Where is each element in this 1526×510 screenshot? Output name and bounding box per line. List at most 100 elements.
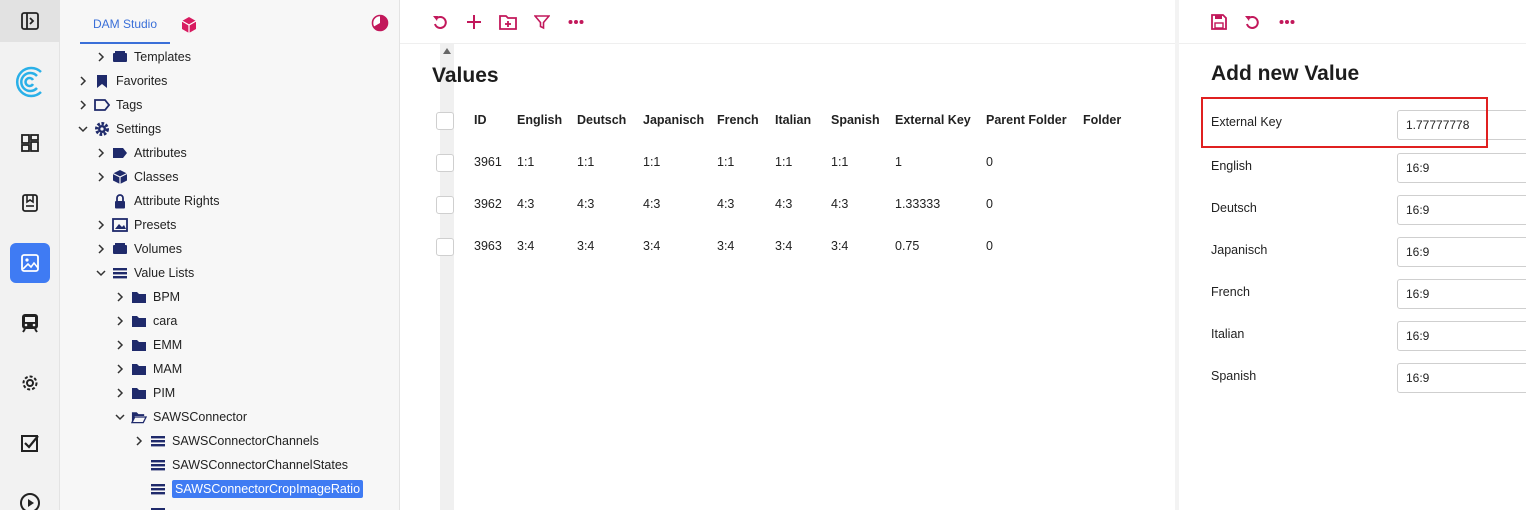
row-checkbox[interactable] <box>436 154 454 172</box>
chevron-right-icon[interactable] <box>76 69 90 93</box>
column-header-parent-folder[interactable]: Parent Folder <box>986 113 1067 127</box>
folder-icon <box>131 313 147 329</box>
cell-italian: 3:4 <box>775 239 793 253</box>
tree-item-bpm[interactable]: BPM <box>113 285 180 309</box>
french-label: French <box>1211 285 1250 299</box>
chevron-right-icon[interactable] <box>94 165 108 189</box>
more-button[interactable] <box>1277 12 1297 32</box>
folder-stack-icon <box>112 49 128 65</box>
tree-item-attribute-rights[interactable]: Attribute Rights <box>112 189 219 213</box>
row-checkbox[interactable] <box>436 238 454 256</box>
refresh-button[interactable] <box>430 12 450 32</box>
tree-item-sawsconnectorchannels[interactable]: SAWSConnectorChannels <box>132 429 319 453</box>
column-header-english[interactable]: English <box>517 113 562 127</box>
tree-item-settings[interactable]: Settings <box>76 117 161 141</box>
row-checkbox[interactable] <box>436 196 454 214</box>
chevron-right-icon[interactable] <box>94 213 108 237</box>
tasks-nav-button[interactable] <box>10 423 50 463</box>
column-header-spanish[interactable]: Spanish <box>831 113 880 127</box>
tree-item-classes[interactable]: Classes <box>94 165 178 189</box>
dashboard-nav-button[interactable] <box>10 123 50 163</box>
chevron-right-icon[interactable] <box>94 237 108 261</box>
image-icon <box>21 254 39 272</box>
tree-item-value-lists[interactable]: Value Lists <box>94 261 194 285</box>
tree-item-tags[interactable]: Tags <box>76 93 142 117</box>
cell-japanisch: 3:4 <box>643 239 661 253</box>
toggle-panel-button[interactable] <box>0 0 60 42</box>
assets-nav-button[interactable] <box>10 243 50 283</box>
column-header-french[interactable]: French <box>717 113 759 127</box>
column-header-japanisch[interactable]: Japanisch <box>643 113 704 127</box>
save-button[interactable] <box>1209 12 1229 32</box>
chevron-right-icon[interactable] <box>94 45 108 69</box>
form-toolbar <box>1179 0 1526 44</box>
cell-spanish: 1:1 <box>831 155 849 169</box>
chevron-right-icon[interactable] <box>94 141 108 165</box>
settings-nav-button[interactable] <box>10 363 50 403</box>
japanisch-input[interactable] <box>1397 237 1526 267</box>
cell-parent-folder: 0 <box>986 155 993 169</box>
cube-icon[interactable] <box>180 16 198 34</box>
chevron-down-icon[interactable] <box>76 117 90 141</box>
french-input[interactable] <box>1397 279 1526 309</box>
tree-item-pim[interactable]: PIM <box>113 381 175 405</box>
column-header-id[interactable]: ID <box>474 113 487 127</box>
cell-french: 4:3 <box>717 197 735 211</box>
chevron-right-icon[interactable] <box>113 381 127 405</box>
tree-item-label: Volumes <box>134 242 182 256</box>
tree-item-favorites[interactable]: Favorites <box>76 69 167 93</box>
tree-item-label: SAWSConnectorChannels <box>172 434 319 448</box>
collections-nav-button[interactable] <box>10 183 50 223</box>
add-button[interactable] <box>464 12 484 32</box>
folder-open-icon <box>131 409 147 425</box>
italian-input[interactable] <box>1397 321 1526 351</box>
filter-button[interactable] <box>532 12 552 32</box>
tree-item-presets[interactable]: Presets <box>94 213 176 237</box>
tree-item-cara[interactable]: cara <box>113 309 177 333</box>
tree-item-attributes[interactable]: Attributes <box>94 141 187 165</box>
bookmark-icon <box>94 73 110 89</box>
tree-item-emm[interactable]: EMM <box>113 333 182 357</box>
values-panel: Values ID English Deutsch Japanisch Fren… <box>400 0 1175 510</box>
cell-deutsch: 4:3 <box>577 197 595 211</box>
column-header-folder[interactable]: Folder <box>1083 113 1121 127</box>
media-nav-button[interactable] <box>10 483 50 510</box>
tree-item-volumes[interactable]: Volumes <box>94 237 182 261</box>
new-folder-button[interactable] <box>498 12 518 32</box>
chevron-right-icon[interactable] <box>76 93 90 117</box>
tree-item-sawsconnectorcropimageratio[interactable]: SAWSConnectorCropImageRatio <box>150 477 364 501</box>
select-all-checkbox[interactable] <box>436 112 454 130</box>
pie-chart-icon[interactable] <box>371 14 389 32</box>
tree-item-sawsconnector[interactable]: SAWSConnector <box>113 405 247 429</box>
tree-item-sawsconnectorchannelstates[interactable]: SAWSConnectorChannelStates <box>150 453 348 477</box>
tree-item-label: Tags <box>116 98 143 112</box>
tree-item-templates[interactable]: Templates <box>94 45 191 69</box>
column-header-external-key[interactable]: External Key <box>895 113 971 127</box>
list-icon <box>150 457 166 473</box>
connector-nav-button[interactable] <box>10 303 50 343</box>
deutsch-input[interactable] <box>1397 195 1526 225</box>
chevron-down-icon[interactable] <box>113 405 127 429</box>
chevron-right-icon[interactable] <box>113 333 127 357</box>
reset-button[interactable] <box>1242 12 1262 32</box>
chevron-down-icon[interactable] <box>94 261 108 285</box>
cell-italian: 4:3 <box>775 197 793 211</box>
chevron-right-icon[interactable] <box>113 357 127 381</box>
chevron-right-icon[interactable] <box>113 285 127 309</box>
english-input[interactable] <box>1397 153 1526 183</box>
cell-english: 3:4 <box>517 239 535 253</box>
column-header-deutsch[interactable]: Deutsch <box>577 113 626 127</box>
cell-french: 1:1 <box>717 155 735 169</box>
spanish-input[interactable] <box>1397 363 1526 393</box>
tab-dam-studio[interactable]: DAM Studio <box>80 10 170 44</box>
tree-item-partial[interactable] <box>150 501 172 510</box>
column-header-italian[interactable]: Italian <box>775 113 811 127</box>
left-rail <box>0 0 60 510</box>
chevron-right-icon[interactable] <box>132 429 146 453</box>
more-button[interactable] <box>566 12 586 32</box>
tree-item-label: Settings <box>116 122 162 136</box>
chevron-right-icon[interactable] <box>113 309 127 333</box>
image-icon <box>112 217 128 233</box>
tree-item-mam[interactable]: MAM <box>113 357 182 381</box>
filter-icon <box>534 15 550 30</box>
